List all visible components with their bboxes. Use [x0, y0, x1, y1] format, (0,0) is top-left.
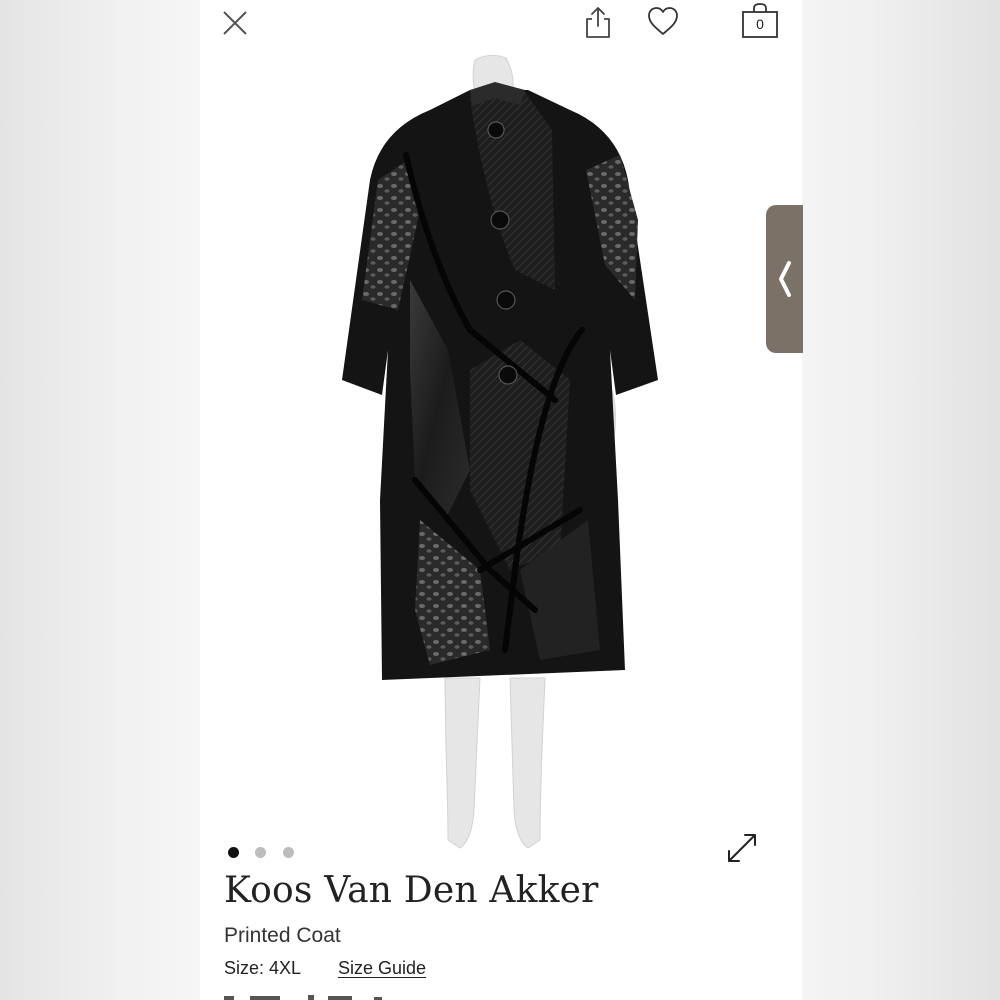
share-button[interactable]: [582, 4, 614, 40]
gallery-dot-2[interactable]: [255, 847, 266, 858]
designer-name[interactable]: Koos Van Den Akker: [224, 870, 599, 911]
size-label: Size: 4XL: [224, 958, 302, 978]
backdrop-left: [0, 0, 200, 1000]
expand-arrows-icon: [728, 834, 756, 862]
product-name: Printed Coat: [224, 924, 341, 947]
side-tab[interactable]: [766, 205, 803, 353]
truncated-text-row: [224, 995, 382, 1000]
heart-icon: [648, 7, 678, 35]
bag-count: 0: [756, 16, 764, 32]
product-image[interactable]: [320, 50, 680, 850]
gallery-dot-1[interactable]: [228, 847, 239, 858]
backdrop-right: [802, 0, 1000, 1000]
close-icon: [223, 11, 247, 35]
expand-image-button[interactable]: [724, 830, 760, 866]
favorite-button[interactable]: [646, 4, 680, 38]
shopping-bag-button[interactable]: 0: [740, 2, 780, 40]
gallery-dot-3[interactable]: [283, 847, 294, 858]
size-guide-link[interactable]: Size Guide: [338, 958, 426, 979]
share-icon: [586, 7, 610, 38]
chevron-left-icon: [779, 261, 791, 297]
close-button[interactable]: [220, 8, 250, 38]
app-screen: 0 Koos Van Den Akker Printed Coat Size: …: [200, 0, 802, 1000]
